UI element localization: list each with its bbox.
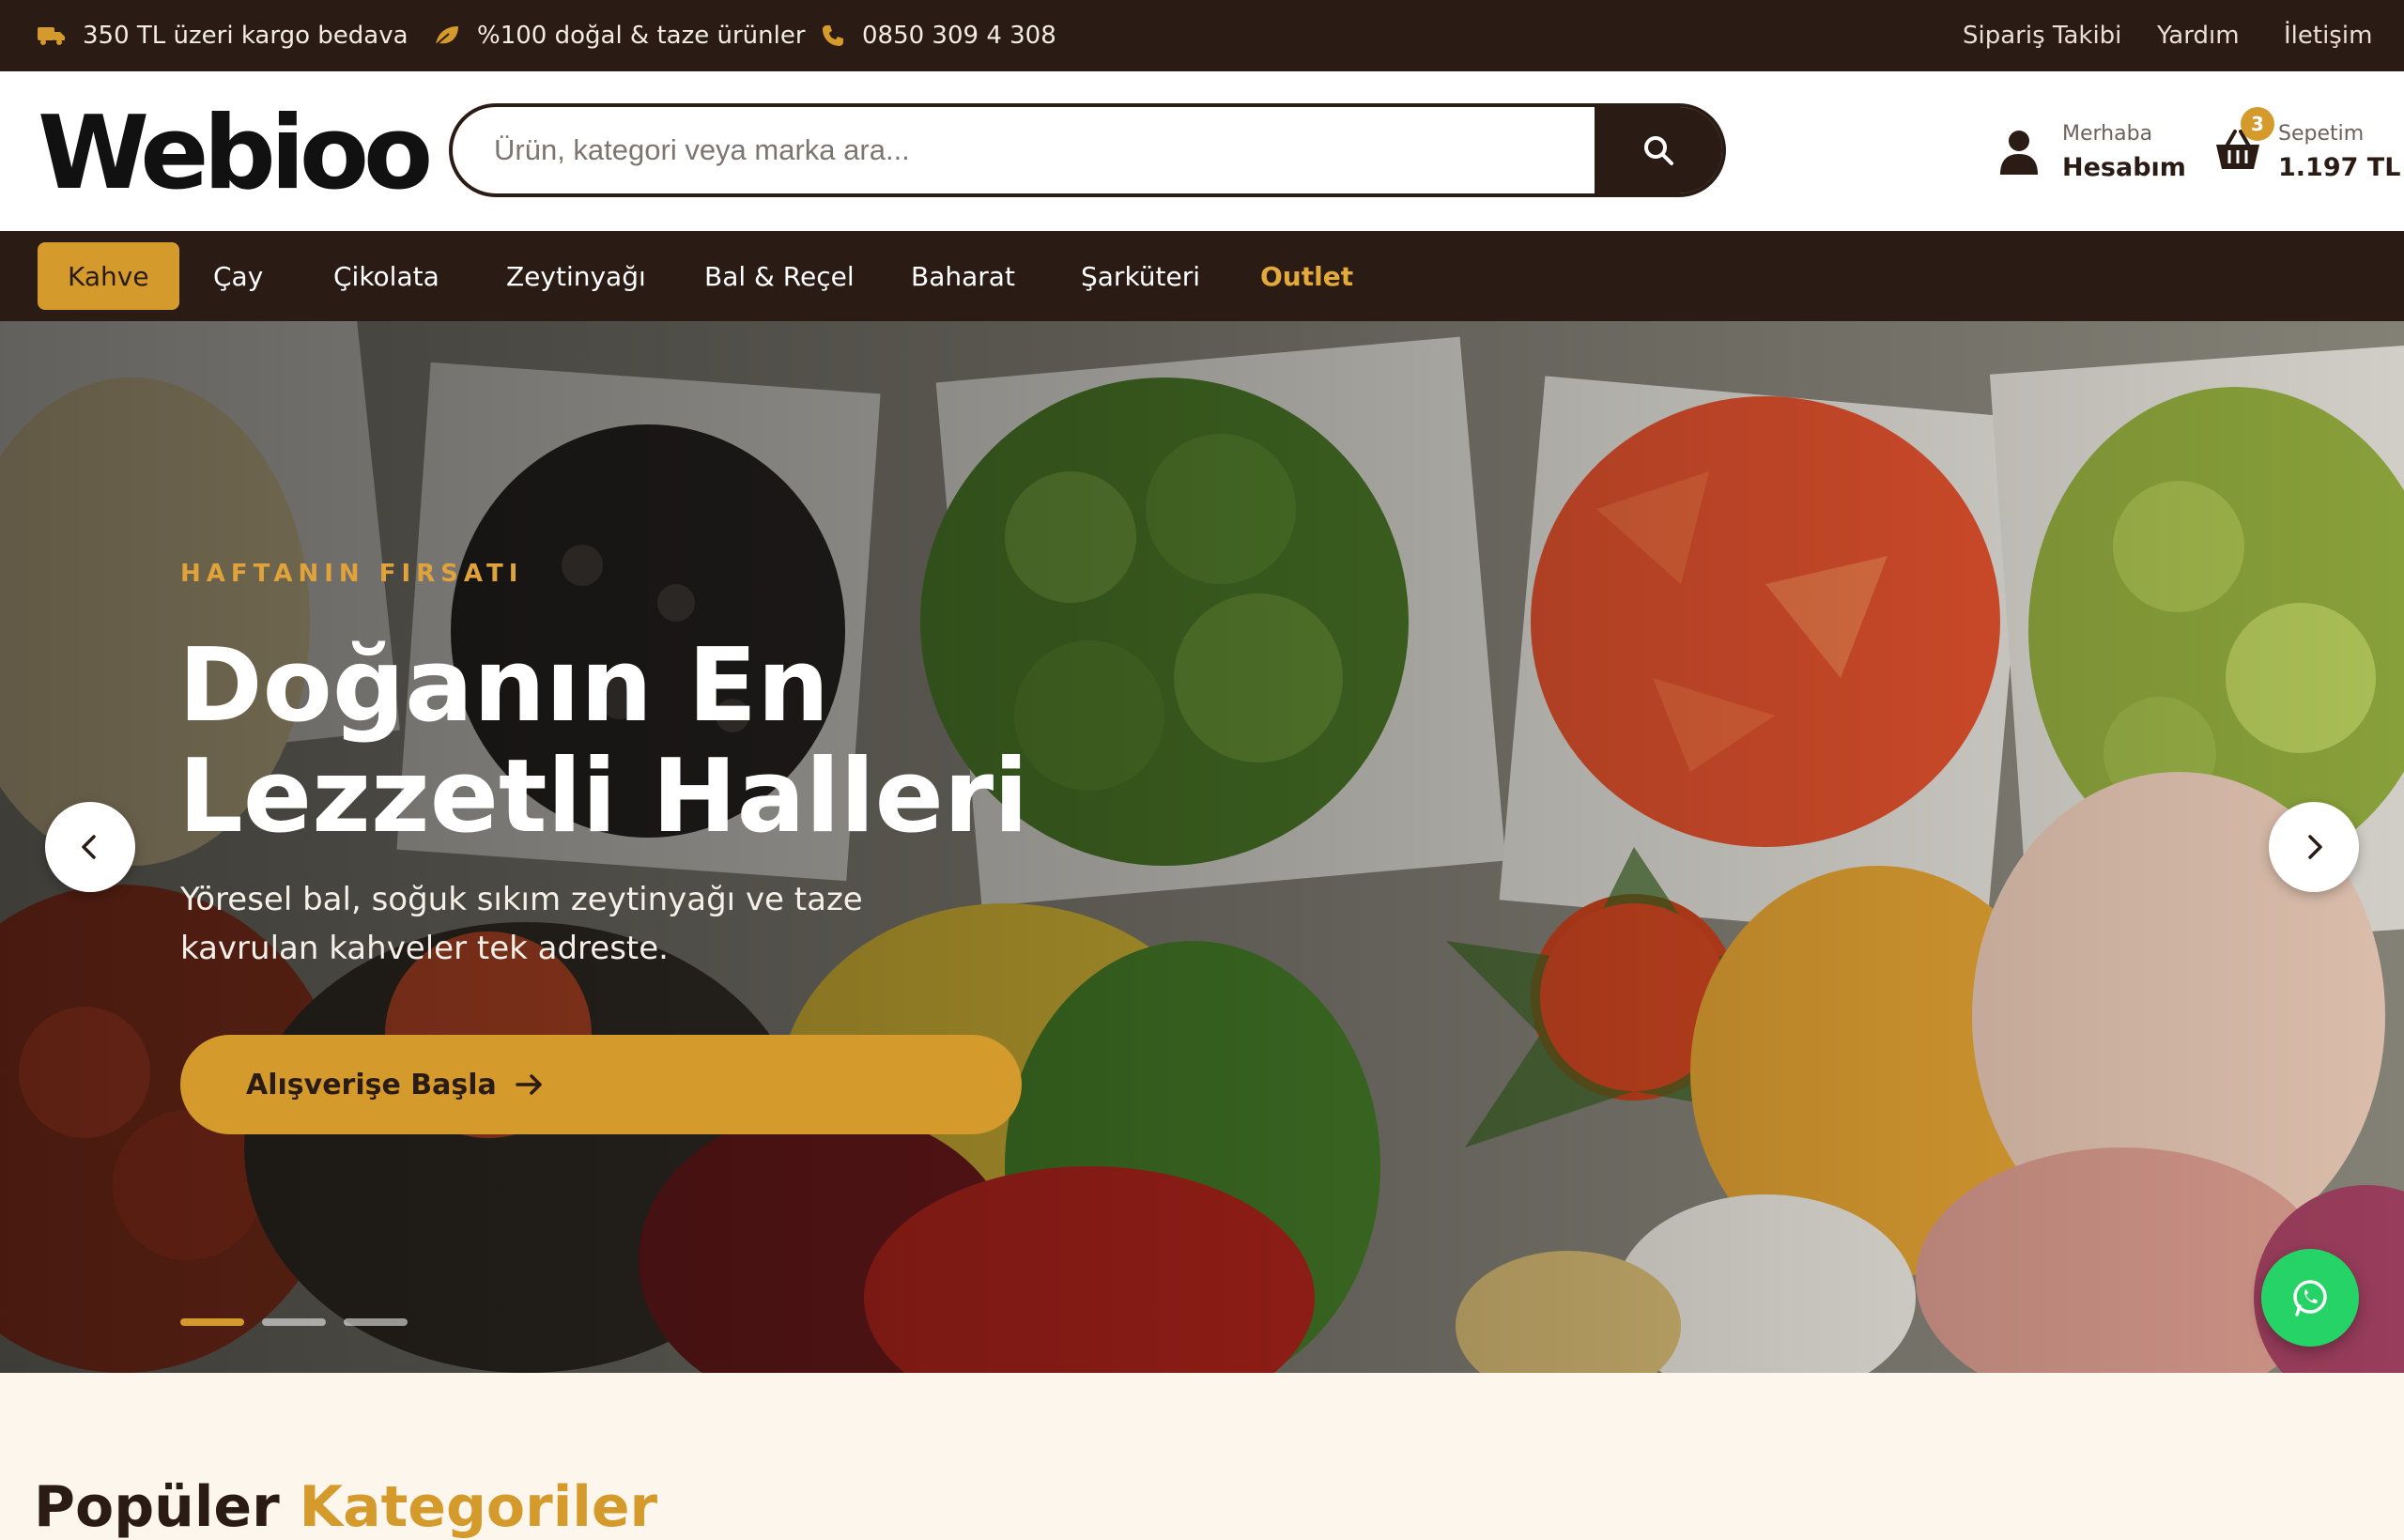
shipping-text: 350 TL üzeri kargo bedava — [83, 22, 408, 50]
nav-item-cikolata[interactable]: Çikolata — [333, 242, 439, 310]
nav-item-sarkuteri[interactable]: Şarküteri — [1081, 242, 1200, 310]
site-logo[interactable]: Webioo — [38, 95, 433, 212]
search-icon — [1644, 136, 1673, 165]
arrow-right-icon — [516, 1074, 542, 1095]
slider-next-button[interactable] — [2269, 802, 2359, 892]
cart-total: 1.197 TL — [2278, 153, 2401, 182]
slider-dot-3[interactable] — [344, 1318, 408, 1326]
hero-headline-line2: Lezzetli Halleri — [178, 738, 1029, 855]
leaf-icon — [435, 26, 458, 46]
nav-item-bal-recel[interactable]: Bal & Reçel — [704, 242, 855, 310]
search-bar — [449, 103, 1726, 197]
account-label: Hesabım — [2062, 153, 2186, 182]
section-title-part2: Kategoriler — [299, 1474, 658, 1540]
order-tracking-link[interactable]: Sipariş Takibi — [1963, 0, 2121, 71]
site-header: Webioo Merhaba Hesabım 3 Sepetim 1.197 T… — [0, 71, 2404, 231]
shop-now-label: Alışverişe Başla — [246, 1068, 497, 1101]
nav-item-cay[interactable]: Çay — [213, 242, 263, 310]
nav-item-outlet[interactable]: Outlet — [1260, 242, 1353, 310]
hero-subtitle: Yöresel bal, soğuk sıkım zeytinyağı ve t… — [180, 881, 863, 967]
top-bar: 350 TL üzeri kargo bedava %100 doğal & t… — [0, 0, 2404, 71]
whatsapp-icon — [2293, 1280, 2327, 1317]
search-button[interactable] — [1595, 107, 1722, 193]
phone-info[interactable]: 0850 309 4 308 — [821, 0, 1056, 71]
chevron-right-icon — [2308, 835, 2322, 859]
category-nav: Kahve Çay Çikolata Zeytinyağı Bal & Reçe… — [0, 231, 2404, 321]
nav-item-kahve[interactable]: Kahve — [38, 242, 179, 310]
slider-dot-1[interactable] — [180, 1318, 244, 1326]
hero-slider: HAFTANIN FIRSATI Doğanın En Lezzetli Hal… — [0, 321, 2404, 1373]
whatsapp-button[interactable] — [2261, 1249, 2359, 1347]
user-icon — [2000, 131, 2038, 175]
truck-icon — [38, 27, 65, 45]
natural-info: %100 doğal & taze ürünler — [434, 0, 806, 71]
cart-button[interactable]: 3 Sepetim 1.197 TL — [2214, 107, 2401, 192]
natural-text: %100 doğal & taze ürünler — [477, 22, 806, 50]
chevron-left-icon — [82, 835, 96, 859]
hero-headline-line1: Doğanın En — [178, 627, 830, 745]
nav-item-baharat[interactable]: Baharat — [911, 242, 1015, 310]
phone-text: 0850 309 4 308 — [862, 22, 1056, 50]
nav-item-zeytinyagi[interactable]: Zeytinyağı — [506, 242, 646, 310]
help-link[interactable]: Yardım — [2157, 0, 2240, 71]
shop-now-button[interactable]: Alışverişe Başla — [180, 1035, 1022, 1134]
section-title-part1: Popüler — [34, 1474, 280, 1540]
account-greeting: Merhaba — [2062, 122, 2153, 146]
account-menu[interactable]: Merhaba Hesabım — [2000, 113, 2186, 192]
hero-headline: Doğanın En Lezzetli Halleri — [178, 631, 1211, 853]
slider-dot-2[interactable] — [262, 1318, 326, 1326]
contact-link[interactable]: İletişim — [2284, 0, 2372, 71]
search-input[interactable] — [453, 107, 1595, 193]
hero-eyebrow: HAFTANIN FIRSATI — [180, 560, 524, 588]
cart-count-badge: 3 — [2241, 107, 2274, 141]
section-title: Popüler Kategoriler — [34, 1474, 657, 1540]
cart-label: Sepetim — [2278, 122, 2365, 146]
phone-icon — [823, 25, 843, 46]
shipping-info: 350 TL üzeri kargo bedava — [38, 0, 408, 71]
slider-prev-button[interactable] — [45, 802, 135, 892]
